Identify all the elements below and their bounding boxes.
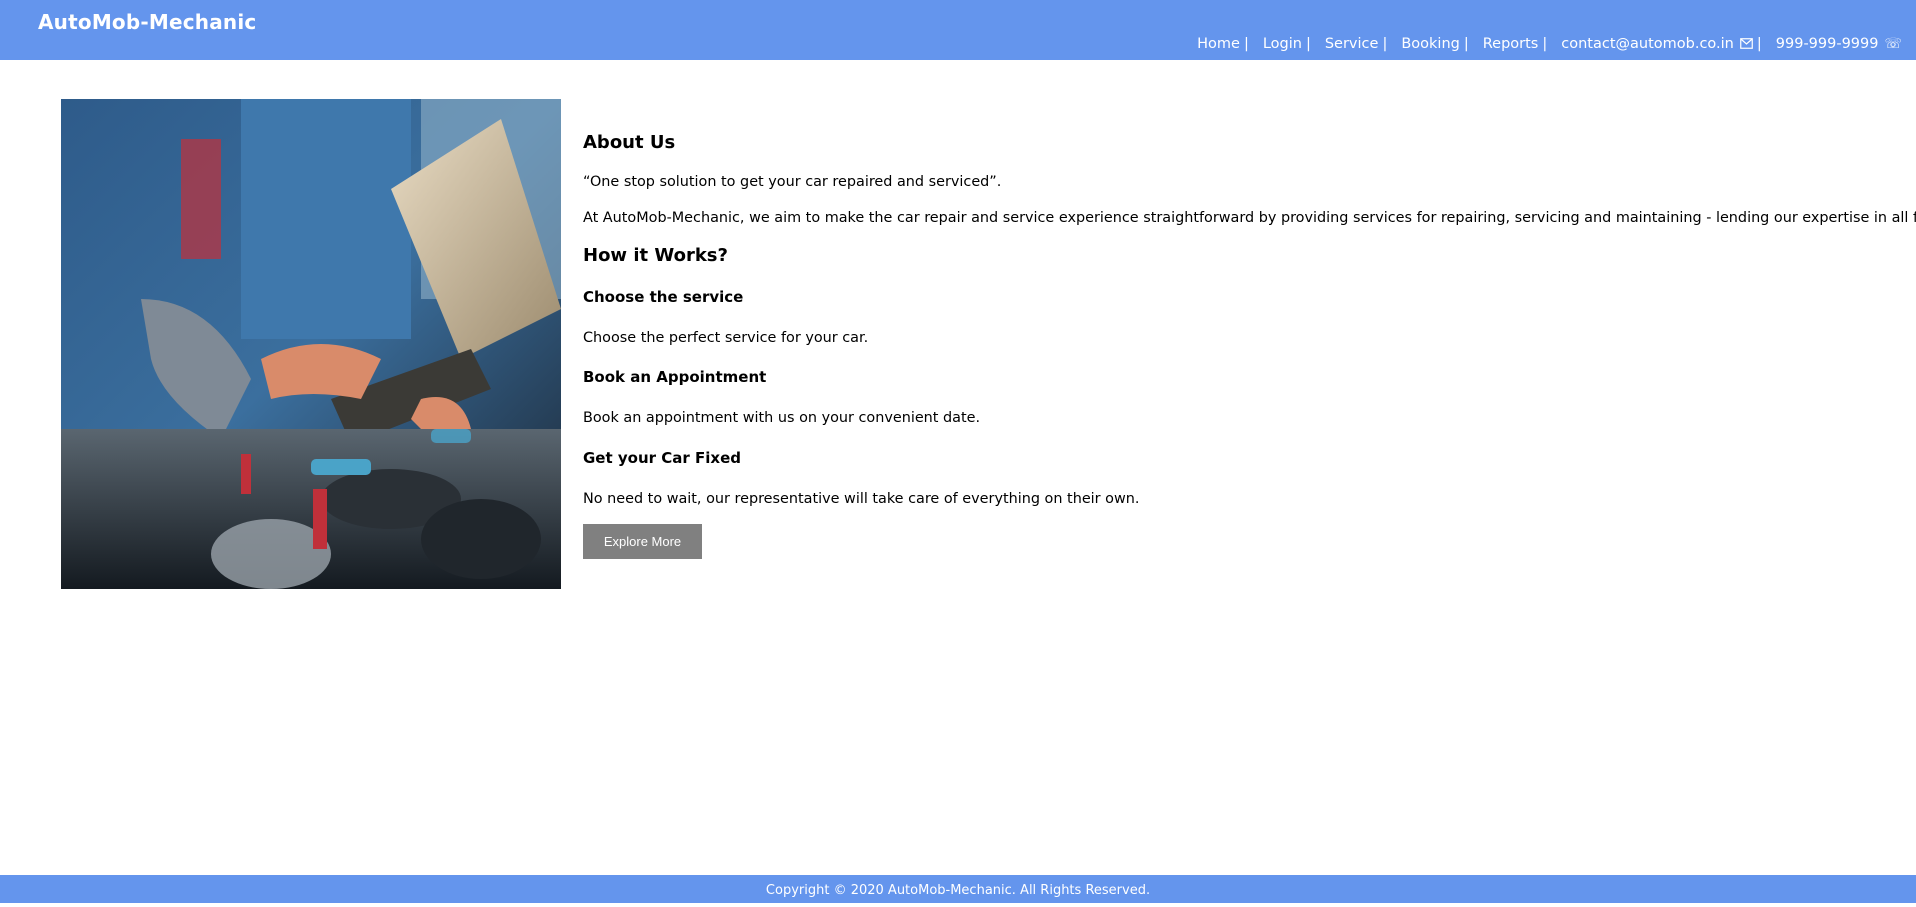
nav-separator: | xyxy=(1756,36,1762,52)
nav-reports[interactable]: Reports xyxy=(1483,36,1539,52)
nav-booking[interactable]: Booking xyxy=(1401,36,1460,52)
top-header: AutoMob-Mechanic Home | Login | Service … xyxy=(0,0,1916,60)
telephone-icon: ☏ xyxy=(1884,36,1902,52)
tagline-quote: “One stop solution to get your car repai… xyxy=(583,174,1002,190)
nav-service[interactable]: Service xyxy=(1325,36,1379,52)
step-description: No need to wait, our representative will… xyxy=(583,491,1140,507)
nav-separator: | xyxy=(1243,36,1249,52)
nav-login[interactable]: Login xyxy=(1263,36,1302,52)
nav-phone-link[interactable]: 999-999-9999 xyxy=(1776,36,1879,52)
nav-home[interactable]: Home xyxy=(1197,36,1240,52)
nav-separator: | xyxy=(1542,36,1548,52)
mechanic-photo xyxy=(61,99,561,589)
step-title: Book an Appointment xyxy=(583,368,767,386)
explore-more-button[interactable]: Explore More xyxy=(583,524,702,559)
copyright-text: Copyright © 2020 AutoMob-Mechanic. All R… xyxy=(765,883,1151,898)
how-it-works-title: How it Works? xyxy=(583,245,728,266)
envelope-icon xyxy=(1740,37,1753,51)
about-title: About Us xyxy=(583,132,676,153)
nav-separator: | xyxy=(1382,36,1388,52)
about-description: At AutoMob-Mechanic, we aim to make the … xyxy=(583,210,1916,226)
main-nav: Home | Login | Service | Booking | Repor… xyxy=(1197,36,1902,52)
site-brand[interactable]: AutoMob-Mechanic xyxy=(38,10,256,34)
nav-email-link[interactable]: contact@automob.co.in xyxy=(1561,36,1734,52)
nav-separator: | xyxy=(1463,36,1469,52)
footer: Copyright © 2020 AutoMob-Mechanic. All R… xyxy=(0,875,1916,903)
nav-separator: | xyxy=(1305,36,1311,52)
step-description: Choose the perfect service for your car. xyxy=(583,330,869,346)
step-title: Get your Car Fixed xyxy=(583,449,741,467)
step-description: Book an appointment with us on your conv… xyxy=(583,410,981,426)
step-title: Choose the service xyxy=(583,288,744,306)
